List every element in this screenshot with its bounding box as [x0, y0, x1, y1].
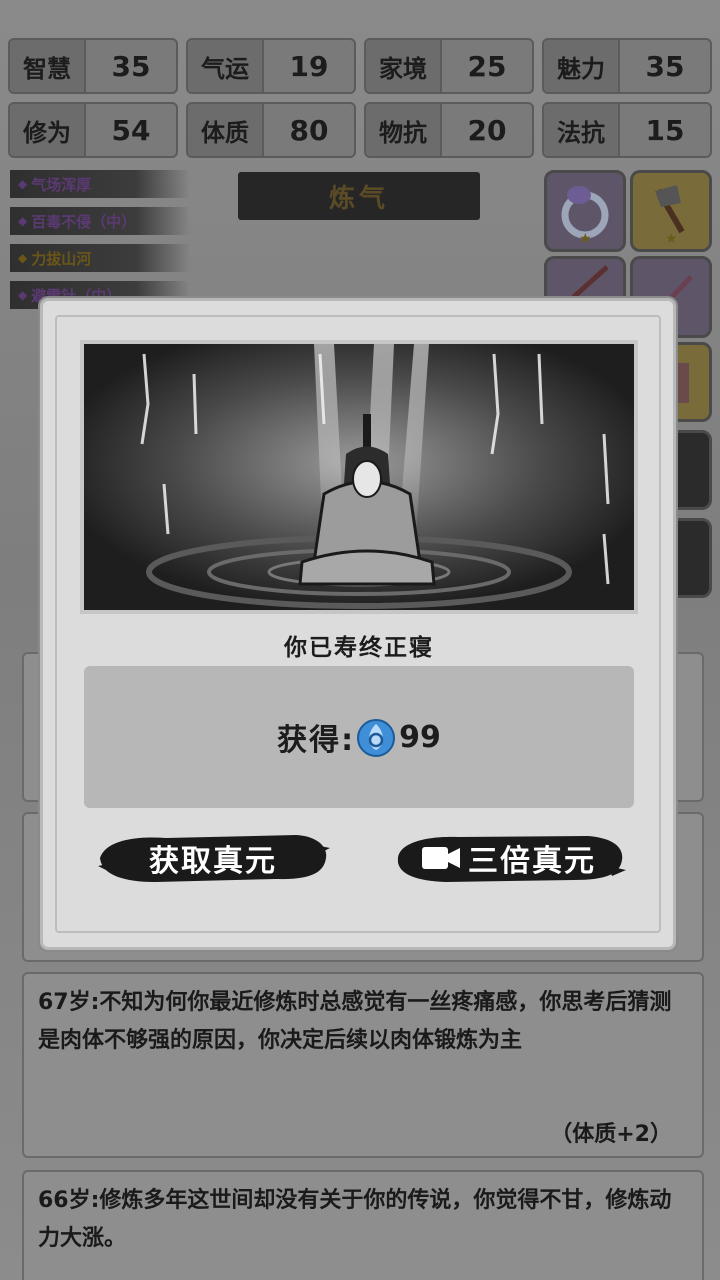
star-icon: ★	[579, 231, 592, 247]
stat-value: 80	[289, 113, 329, 147]
stat-label: 修为	[10, 104, 86, 156]
stat-physical-resist: 物抗 20	[364, 102, 534, 158]
stat-wisdom: 智慧 35	[8, 38, 178, 94]
stat-value: 35	[645, 49, 685, 83]
collect-essence-label: 获取真元	[149, 844, 277, 879]
log-card: 66岁:修炼多年这世间却没有关于你的传说，你觉得不甘，修炼动力大涨。	[22, 1170, 704, 1280]
reward-box: 获得: 99	[84, 666, 634, 808]
spirit-essence-icon	[357, 719, 396, 757]
buff-label: 气场浑厚	[31, 175, 92, 194]
log-age: 67岁:	[38, 990, 100, 1015]
stat-label: 魅力	[544, 40, 620, 92]
triple-essence-label: 三倍真元	[468, 844, 596, 879]
stat-constitution: 体质 80	[186, 102, 356, 158]
diamond-icon: ◆	[18, 177, 28, 191]
log-effect: （体质+2）	[550, 1122, 672, 1147]
log-card: 67岁:不知为何你最近修炼时总感觉有一丝疼痛感，你思考后猜测是肉体不够强的原因，…	[22, 972, 704, 1158]
equip-slot-ring[interactable]: ★	[544, 170, 626, 252]
diamond-icon: ◆	[18, 214, 28, 228]
stat-cultivation: 修为 54	[8, 102, 178, 158]
meditation-illustration	[80, 340, 638, 614]
buff-item[interactable]: ◆ 气场浑厚	[10, 170, 190, 198]
collect-essence-button[interactable]: 获取真元	[96, 832, 330, 884]
equip-slot-axe[interactable]: ★	[630, 170, 712, 252]
stat-value: 25	[467, 49, 507, 83]
stat-label: 智慧	[10, 40, 86, 92]
buff-list: ◆ 气场浑厚 ◆ 百毒不侵（中） ◆ 力拔山河 ◆ 避雷针（中）	[10, 170, 190, 318]
stat-label: 法抗	[544, 104, 620, 156]
meditating-cultivator-image	[84, 344, 634, 610]
stat-label: 气运	[188, 40, 264, 92]
buff-label: 百毒不侵（中）	[31, 212, 137, 231]
log-entry: 67岁:不知为何你最近修炼时总感觉有一丝疼痛感，你思考后猜测是肉体不够强的原因，…	[38, 984, 688, 1060]
stat-label: 体质	[188, 104, 264, 156]
sword-icon	[565, 265, 609, 305]
star-icon: ★	[665, 231, 678, 247]
log-entry: 66岁:修炼多年这世间却没有关于你的传说，你觉得不甘，修炼动力大涨。	[38, 1182, 688, 1258]
stat-value: 54	[111, 113, 151, 147]
stat-value: 15	[645, 113, 685, 147]
reward-label: 获得:	[277, 723, 356, 758]
stat-luck: 气运 19	[186, 38, 356, 94]
stat-value: 20	[467, 113, 507, 147]
reward-amount: 99	[399, 719, 441, 755]
result-title: 你已寿终正寝	[284, 635, 434, 661]
buff-item[interactable]: ◆ 百毒不侵（中）	[10, 207, 190, 235]
stat-value: 19	[289, 49, 329, 83]
diamond-icon: ◆	[18, 288, 28, 302]
stat-value: 35	[111, 49, 151, 83]
realm-label: 炼气	[328, 183, 389, 214]
stat-label: 物抗	[366, 104, 442, 156]
diamond-icon: ◆	[18, 251, 28, 265]
log-age: 66岁:	[38, 1188, 100, 1213]
stat-magic-resist: 法抗 15	[542, 102, 712, 158]
log-text: 不知为何你最近修炼时总感觉有一丝疼痛感，你思考后猜测是肉体不够强的原因，你决定后…	[38, 990, 672, 1053]
stat-charm: 魅力 35	[542, 38, 712, 94]
buff-item[interactable]: ◆ 力拔山河	[10, 244, 190, 272]
video-ad-icon	[422, 847, 460, 869]
equip-slot-sword[interactable]	[544, 256, 626, 305]
realm-banner: 炼气	[238, 172, 480, 220]
stat-label: 家境	[366, 40, 442, 92]
buff-label: 力拔山河	[31, 249, 92, 268]
triple-essence-button[interactable]: 三倍真元	[392, 832, 626, 884]
stat-family: 家境 25	[364, 38, 534, 94]
log-text: 修炼多年这世间却没有关于你的传说，你觉得不甘，修炼动力大涨。	[38, 1188, 672, 1251]
